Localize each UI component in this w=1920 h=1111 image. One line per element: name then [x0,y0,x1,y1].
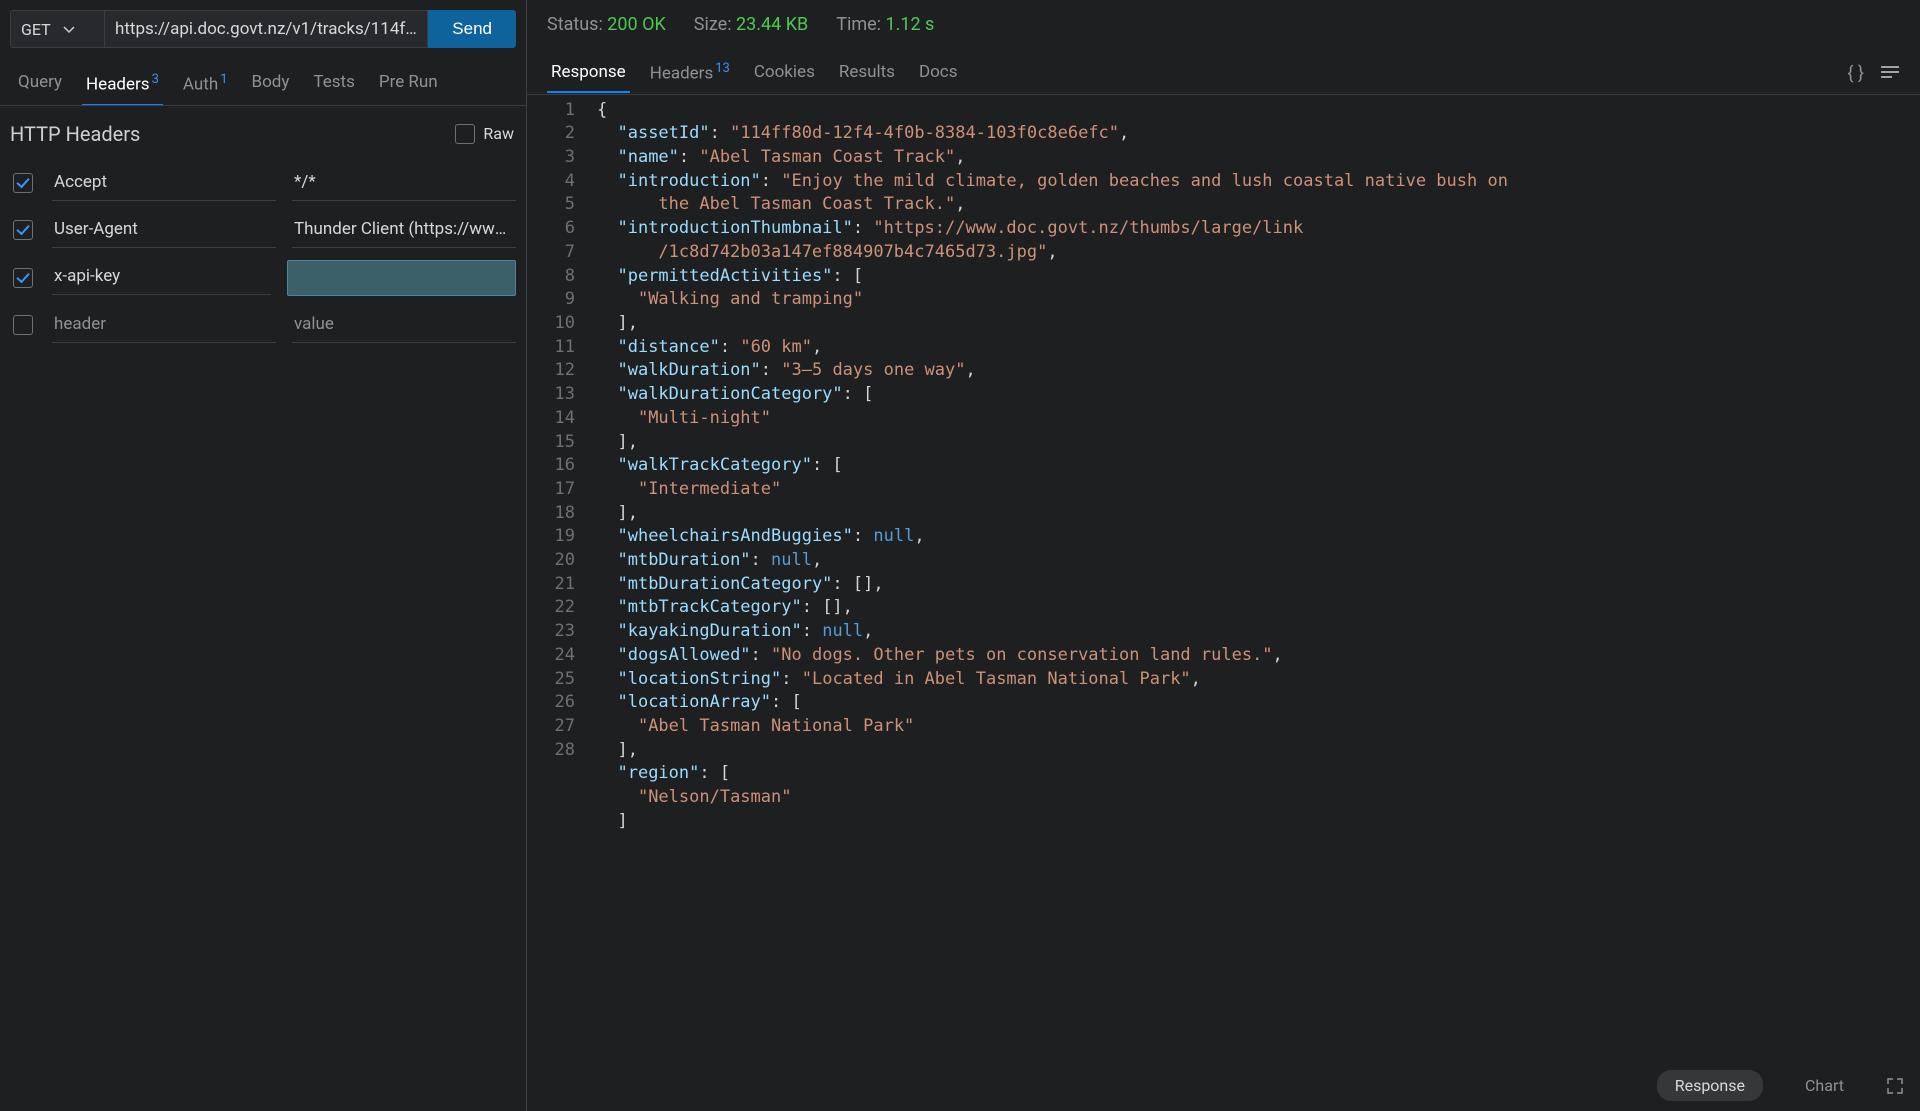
header-value-input[interactable]: */* [292,166,516,201]
response-view-toggle[interactable]: Response [1657,1070,1763,1101]
request-tabs: QueryHeaders3Auth1BodyTestsPre Run [0,48,526,106]
status-bar: Status: 200 OK Size: 23.44 KB Time: 1.12… [527,0,1920,35]
raw-toggle[interactable]: Raw [455,124,514,144]
header-row: User-Agent Thunder Client (https://www.th… [10,207,516,254]
http-method-label: GET [21,20,51,39]
header-row: Accept */* [10,160,516,207]
time-value: 1.12 s [886,14,935,35]
request-panel: GET Send QueryHeaders3Auth1BodyTestsPre … [0,0,527,1111]
raw-label: Raw [483,124,514,143]
tab-badge: 3 [152,72,159,87]
header-enabled-checkbox[interactable] [13,315,33,335]
line-gutter: 1234567891011121314151617181920212223242… [527,99,587,1111]
raw-checkbox[interactable] [455,124,475,144]
tab-badge: 13 [715,61,730,76]
tab-auth[interactable]: Auth1 [171,64,240,105]
header-name-input[interactable]: Accept [52,166,276,201]
url-input[interactable] [104,10,428,48]
json-viewer[interactable]: 1234567891011121314151617181920212223242… [527,95,1920,1111]
header-value-input[interactable]: Thunder Client (https://www.thunderclien… [292,213,516,248]
header-name-input[interactable]: User-Agent [52,213,276,248]
headers-title-row: HTTP Headers Raw [0,106,526,154]
json-code[interactable]: { "assetId": "114ff80d-12f4-4f0b-8384-10… [587,99,1920,1111]
header-value-input[interactable]: value [292,308,516,343]
status-label: Status: [547,14,603,35]
word-wrap-icon[interactable] [1872,59,1908,88]
tab-cookies[interactable]: Cookies [742,54,827,92]
tab-headers[interactable]: Headers3 [74,64,171,105]
headers-table: Accept */* User-Agent Thunder Client (https… [0,154,526,355]
tab-badge: 1 [220,72,227,87]
tab-results[interactable]: Results [827,54,907,92]
header-enabled-checkbox[interactable] [13,220,33,240]
header-enabled-checkbox[interactable] [13,173,33,193]
format-json-icon[interactable]: { } [1839,59,1872,88]
tab-headers[interactable]: Headers13 [638,53,742,94]
header-row: header value [10,302,516,349]
status-value: 200 OK [607,14,666,35]
header-name-input[interactable]: header [52,308,276,343]
size-value: 23.44 KB [736,14,808,35]
send-button[interactable]: Send [428,10,516,48]
tab-query[interactable]: Query [6,64,74,105]
tab-response[interactable]: Response [539,54,638,92]
http-method-select[interactable]: GET [10,10,104,48]
header-value-input[interactable] [287,260,516,296]
tab-tests[interactable]: Tests [301,64,366,105]
header-enabled-checkbox[interactable] [13,268,33,288]
size-label: Size: [694,14,732,35]
time-label: Time: [836,14,881,35]
request-bar: GET Send [0,0,526,48]
tab-docs[interactable]: Docs [907,54,970,92]
response-footer: Response Chart [1657,1070,1904,1101]
response-tabs: ResponseHeaders13CookiesResultsDocs { } [527,35,1920,95]
expand-icon[interactable] [1886,1077,1904,1095]
headers-title: HTTP Headers [10,122,140,146]
response-panel: Status: 200 OK Size: 23.44 KB Time: 1.12… [527,0,1920,1111]
chart-view-toggle[interactable]: Chart [1787,1070,1862,1101]
header-row: x-api-key [10,254,516,302]
chevron-down-icon [63,23,75,35]
tab-body[interactable]: Body [240,64,302,105]
header-name-input[interactable]: x-api-key [52,260,271,295]
tab-pre-run[interactable]: Pre Run [367,64,450,105]
